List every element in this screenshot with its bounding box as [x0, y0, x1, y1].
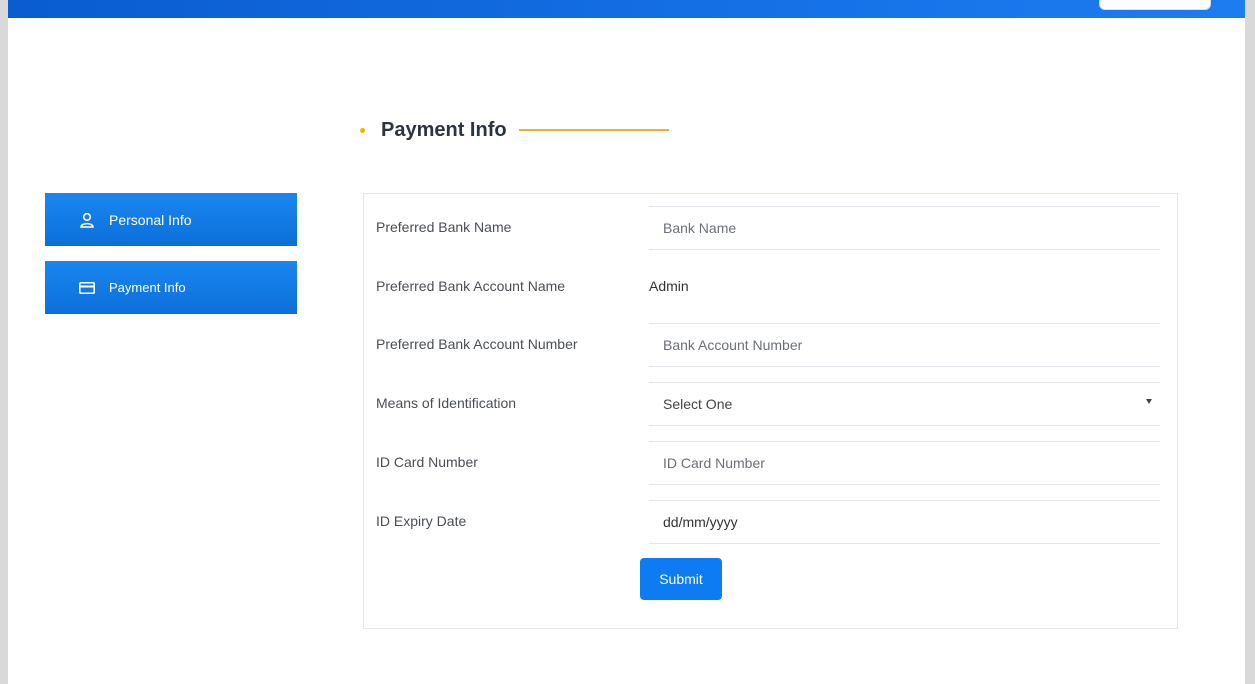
section-heading: Payment Info	[360, 115, 669, 145]
sidebar-item-label: Payment Info	[109, 280, 186, 295]
submit-button[interactable]: Submit	[640, 558, 722, 600]
bank-name-label: Preferred Bank Name	[376, 219, 512, 235]
form-row-account-name: Preferred Bank Account Name Admin	[364, 265, 1177, 311]
id-means-select[interactable]: Select One	[649, 382, 1160, 426]
page-title: Payment Info	[381, 118, 507, 141]
form-row-id-number: ID Card Number	[364, 441, 1177, 487]
id-expiry-input[interactable]	[649, 500, 1160, 544]
card-icon	[79, 280, 95, 296]
top-bar	[8, 0, 1245, 18]
id-means-label: Means of Identification	[376, 395, 517, 411]
bank-name-input[interactable]	[649, 206, 1160, 250]
payment-form: Preferred Bank Name Preferred Bank Accou…	[363, 193, 1178, 629]
id-expiry-label: ID Expiry Date	[376, 513, 467, 529]
account-number-input[interactable]	[649, 323, 1160, 367]
account-name-label: Preferred Bank Account Name	[376, 278, 566, 294]
bullet-dot	[360, 127, 365, 133]
sidebar-item-label: Personal Info	[109, 211, 192, 228]
form-row-id-expiry: ID Expiry Date	[364, 500, 1177, 546]
account-number-label: Preferred Bank Account Number	[376, 336, 578, 352]
heading-underline	[518, 129, 669, 131]
form-row-bank-name: Preferred Bank Name	[364, 206, 1177, 252]
form-row-id-means: Means of Identification Select One	[364, 382, 1177, 428]
id-number-input[interactable]	[649, 441, 1160, 485]
id-means-selected: Select One	[663, 396, 733, 412]
account-name-value: Admin	[649, 278, 689, 294]
form-row-account-number: Preferred Bank Account Number	[364, 323, 1177, 369]
id-number-label: ID Card Number	[376, 454, 478, 470]
caret-down-icon	[1146, 399, 1152, 404]
topbar-button[interactable]	[1099, 0, 1211, 10]
sidebar-item-personal-info[interactable]: Personal Info	[45, 193, 297, 246]
sidebar-item-payment-info[interactable]: Payment Info	[45, 261, 297, 314]
user-icon	[79, 212, 95, 228]
page: Personal Info Payment Info Payment Info …	[8, 0, 1245, 684]
